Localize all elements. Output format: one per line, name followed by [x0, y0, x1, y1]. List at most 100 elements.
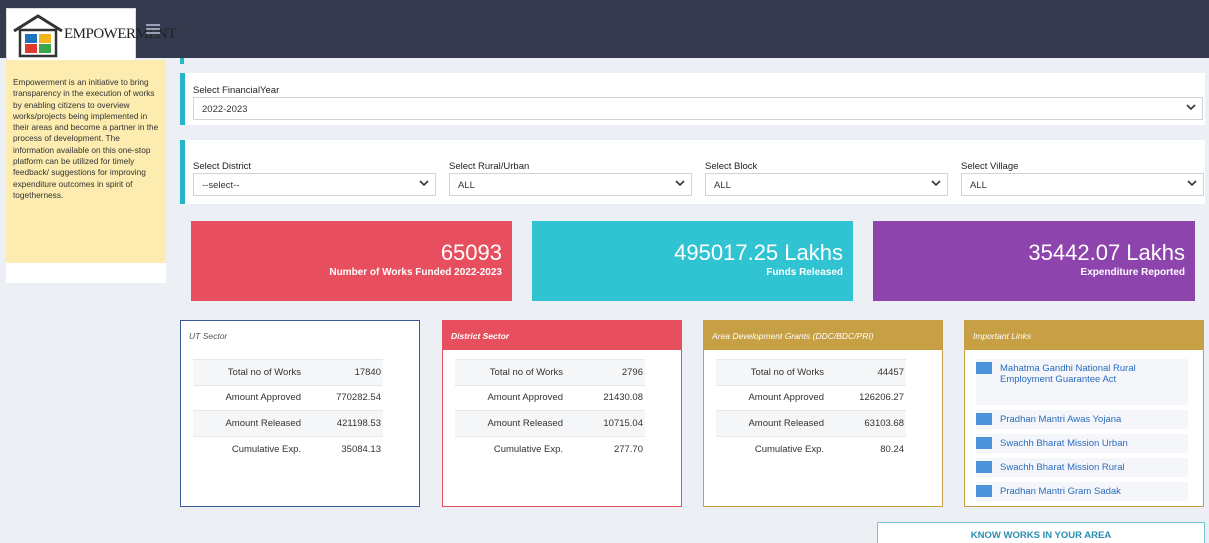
link-sbm-urban[interactable]: Swachh Bharat Mission Urban — [976, 434, 1188, 453]
district-sector-panel: District Sector Total no of Works 2796 Am… — [442, 320, 682, 507]
table-row: Amount Approved 21430.08 — [455, 384, 645, 411]
chevron-down-icon — [675, 180, 685, 187]
ut-sector-table: Total no of Works 17840 Amount Approved 77… — [193, 359, 383, 462]
link-bullet-icon — [976, 437, 992, 449]
area-development-table: Total no of Works 44457 Amount Approved 12… — [716, 359, 906, 462]
row-value: 277.70 — [575, 435, 645, 462]
row-value: 17840 — [313, 359, 383, 385]
stat-caption: Funds Released — [766, 267, 843, 278]
financial-year-select[interactable]: 2022-2023 — [193, 97, 1203, 120]
financial-year-card: Select FinancialYear 2022-2023 — [180, 73, 1205, 125]
table-row: Amount Approved 770282.54 — [193, 384, 383, 411]
panel-title: UT Sector — [181, 321, 419, 350]
link-bullet-icon — [976, 485, 992, 497]
rural-urban-label: Select Rural/Urban — [449, 161, 530, 172]
know-works-button[interactable]: KNOW WORKS IN YOUR AREA — [877, 522, 1205, 543]
village-label: Select Village — [961, 161, 1019, 172]
stat-expenditure: 35442.07 Lakhs Expenditure Reported — [873, 221, 1195, 301]
stat-funds-released: 495017.25 Lakhs Funds Released — [532, 221, 853, 301]
district-select[interactable]: --select-- — [193, 173, 436, 196]
row-label: Cumulative Exp. — [193, 435, 313, 462]
ut-sector-panel: UT Sector Total no of Works 17840 Amount … — [180, 320, 420, 507]
link-mgnrega[interactable]: Mahatma Gandhi National Rural Employment… — [976, 359, 1188, 405]
financial-year-value: 2022-2023 — [202, 104, 248, 115]
sidebar-spacer — [6, 263, 166, 283]
hamburger-icon[interactable] — [146, 24, 160, 34]
table-row: Amount Released 10715.04 — [455, 410, 645, 436]
link-label: Pradhan Mantri Gram Sadak — [1000, 486, 1121, 497]
table-row: Total no of Works 17840 — [193, 359, 383, 385]
table-row: Amount Approved 126206.27 — [716, 384, 906, 411]
block-select[interactable]: ALL — [705, 173, 948, 196]
row-label: Amount Approved — [455, 384, 575, 411]
location-filters-card: Select District --select-- Select Rural/… — [180, 140, 1205, 204]
row-value: 126206.27 — [836, 384, 906, 411]
table-row: Total no of Works 2796 — [455, 359, 645, 385]
stat-value: 65093 — [440, 240, 502, 265]
table-row: Cumulative Exp. 277.70 — [455, 435, 645, 462]
chevron-down-icon — [1186, 104, 1196, 111]
row-value: 80.24 — [836, 435, 906, 462]
row-label: Amount Approved — [193, 384, 313, 411]
row-label: Amount Released — [193, 410, 313, 436]
area-development-panel: Area Development Grants (DDC/BDC/PRI) To… — [703, 320, 943, 507]
district-value: --select-- — [202, 180, 240, 191]
row-value: 35084.13 — [313, 435, 383, 462]
rural-urban-select[interactable]: ALL — [449, 173, 692, 196]
stat-value: 35442.07 Lakhs — [1028, 240, 1185, 265]
row-label: Total no of Works — [455, 359, 575, 385]
stat-caption: Expenditure Reported — [1080, 267, 1185, 278]
link-label: Pradhan Mantri Awas Yojana — [1000, 414, 1122, 425]
table-row: Total no of Works 44457 — [716, 359, 906, 385]
row-label: Cumulative Exp. — [455, 435, 575, 462]
row-value: 2796 — [575, 359, 645, 385]
chevron-down-icon — [419, 180, 429, 187]
top-navbar — [0, 0, 1209, 58]
link-label: Swachh Bharat Mission Urban — [1000, 438, 1128, 449]
row-value: 770282.54 — [313, 384, 383, 411]
app-logo[interactable]: EMPOWERMENT — [6, 8, 177, 61]
about-text: Empowerment is an initiative to bring tr… — [6, 60, 166, 263]
row-label: Total no of Works — [193, 359, 313, 385]
row-label: Amount Approved — [716, 384, 836, 411]
important-links-panel: Important Links Mahatma Gandhi National … — [964, 320, 1204, 507]
village-value: ALL — [970, 180, 987, 191]
block-value: ALL — [714, 180, 731, 191]
row-value: 44457 — [836, 359, 906, 385]
table-row: Amount Released 421198.53 — [193, 410, 383, 436]
house-logo-icon — [13, 14, 63, 58]
table-row: Cumulative Exp. 35084.13 — [193, 435, 383, 462]
row-label: Amount Released — [716, 410, 836, 436]
panel-title: District Sector — [443, 321, 681, 350]
row-value: 63103.68 — [836, 410, 906, 436]
link-bullet-icon — [976, 413, 992, 425]
stat-works-funded: 65093 Number of Works Funded 2022-2023 — [191, 221, 512, 301]
block-label: Select Block — [705, 161, 758, 172]
links-list: Mahatma Gandhi National Rural Employment… — [976, 359, 1188, 506]
panel-title: Area Development Grants (DDC/BDC/PRI) — [704, 321, 942, 350]
link-pmgsy[interactable]: Pradhan Mantri Gram Sadak — [976, 482, 1188, 501]
district-label: Select District — [193, 161, 252, 172]
row-label: Total no of Works — [716, 359, 836, 385]
link-bullet-icon — [976, 362, 992, 374]
table-row: Cumulative Exp. 80.24 — [716, 435, 906, 462]
village-select[interactable]: ALL — [961, 173, 1204, 196]
row-label: Cumulative Exp. — [716, 435, 836, 462]
rural-urban-value: ALL — [458, 180, 475, 191]
link-sbm-rural[interactable]: Swachh Bharat Mission Rural — [976, 458, 1188, 477]
row-value: 21430.08 — [575, 384, 645, 411]
stat-caption: Number of Works Funded 2022-2023 — [329, 267, 502, 278]
link-pmay[interactable]: Pradhan Mantri Awas Yojana — [976, 410, 1188, 429]
district-sector-table: Total no of Works 2796 Amount Approved 214… — [455, 359, 645, 462]
chevron-down-icon — [931, 180, 941, 187]
chevron-down-icon — [1187, 180, 1197, 187]
table-row: Amount Released 63103.68 — [716, 410, 906, 436]
row-value: 421198.53 — [313, 410, 383, 436]
financial-year-label: Select FinancialYear — [193, 85, 280, 96]
row-label: Amount Released — [455, 410, 575, 436]
link-label: Mahatma Gandhi National Rural Employment… — [1000, 363, 1136, 385]
stat-value: 495017.25 Lakhs — [674, 240, 843, 265]
divider — [180, 58, 184, 64]
link-label: Swachh Bharat Mission Rural — [1000, 462, 1125, 473]
link-bullet-icon — [976, 461, 992, 473]
